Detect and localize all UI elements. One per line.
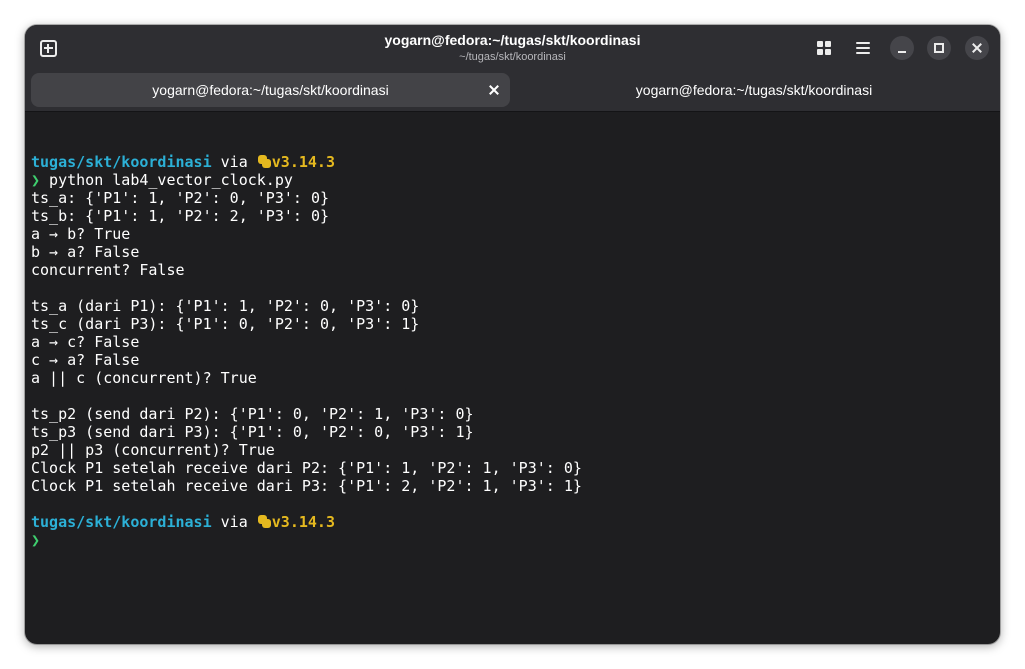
close-window-button[interactable] — [965, 36, 989, 60]
prompt-path: tugas/skt/koordinasi — [31, 513, 212, 531]
output-line: concurrent? False — [31, 261, 185, 279]
window-title-area: yogarn@fedora:~/tugas/skt/koordinasi ~/t… — [225, 32, 800, 64]
python-version: v3.14.3 — [271, 153, 335, 171]
output-line: a → b? True — [31, 225, 131, 243]
prompt-line: tugas/skt/koordinasi via v3.14.3 — [31, 153, 991, 171]
output-line: Clock P1 setelah receive dari P3: {'P1':… — [31, 477, 582, 495]
prompt-path: tugas/skt/koordinasi — [31, 153, 212, 171]
new-tab-icon — [39, 39, 57, 57]
terminal-window: yogarn@fedora:~/tugas/skt/koordinasi ~/t… — [25, 25, 1000, 644]
tab-1-label: yogarn@fedora:~/tugas/skt/koordinasi — [152, 82, 389, 98]
output-line: a || c (concurrent)? True — [31, 369, 257, 387]
window-title: yogarn@fedora:~/tugas/skt/koordinasi — [384, 32, 641, 48]
tab-2-label: yogarn@fedora:~/tugas/skt/koordinasi — [635, 82, 873, 98]
output-line: Clock P1 setelah receive dari P2: {'P1':… — [31, 459, 582, 477]
output-line: p2 || p3 (concurrent)? True — [31, 441, 275, 459]
terminal-content[interactable]: tugas/skt/koordinasi via v3.14.3 ❯ pytho… — [31, 135, 991, 549]
output-line: a → c? False — [31, 333, 140, 351]
minimize-button[interactable] — [890, 36, 914, 60]
tab-bar: yogarn@fedora:~/tugas/skt/koordinasi yog… — [25, 70, 1000, 112]
input-line[interactable]: ❯ — [31, 531, 991, 549]
python-icon — [257, 514, 272, 529]
output-line: c → a? False — [31, 351, 140, 369]
output-line: ts_p2 (send dari P2): {'P1': 0, 'P2': 1,… — [31, 405, 474, 423]
main-menu-button[interactable] — [850, 35, 876, 61]
headerbar: yogarn@fedora:~/tugas/skt/koordinasi ~/t… — [25, 25, 1000, 70]
prompt-via: via — [211, 153, 257, 171]
output-line: ts_b: {'P1': 1, 'P2': 2, 'P3': 0} — [31, 207, 330, 225]
prompt-arrow: ❯ — [31, 531, 41, 549]
new-tab-button[interactable] — [35, 35, 61, 61]
output-line: ts_p3 (send dari P3): {'P1': 0, 'P2': 0,… — [31, 423, 474, 441]
tab-overview-button[interactable] — [811, 35, 837, 61]
tab-close-icon[interactable] — [488, 84, 500, 96]
prompt-arrow: ❯ — [31, 171, 41, 189]
output-line: b → a? False — [31, 243, 140, 261]
command-text: python lab4_vector_clock.py — [40, 171, 293, 189]
output-line: ts_a (dari P1): {'P1': 1, 'P2': 0, 'P3':… — [31, 297, 420, 315]
hamburger-menu-icon — [856, 42, 870, 54]
maximize-button[interactable] — [927, 36, 951, 60]
tab-1[interactable]: yogarn@fedora:~/tugas/skt/koordinasi — [31, 73, 510, 107]
prompt-via: via — [211, 513, 257, 531]
grid-icon — [817, 41, 831, 55]
command-line: ❯ python lab4_vector_clock.py — [31, 171, 991, 189]
window-subtitle: ~/tugas/skt/koordinasi — [459, 51, 566, 63]
output-line: ts_a: {'P1': 1, 'P2': 0, 'P3': 0} — [31, 189, 330, 207]
prompt-line: tugas/skt/koordinasi via v3.14.3 — [31, 513, 991, 531]
python-icon — [257, 154, 272, 169]
output-line: ts_c (dari P3): {'P1': 0, 'P2': 0, 'P3':… — [31, 315, 420, 333]
python-version: v3.14.3 — [271, 513, 335, 531]
tab-2[interactable]: yogarn@fedora:~/tugas/skt/koordinasi — [514, 73, 994, 107]
